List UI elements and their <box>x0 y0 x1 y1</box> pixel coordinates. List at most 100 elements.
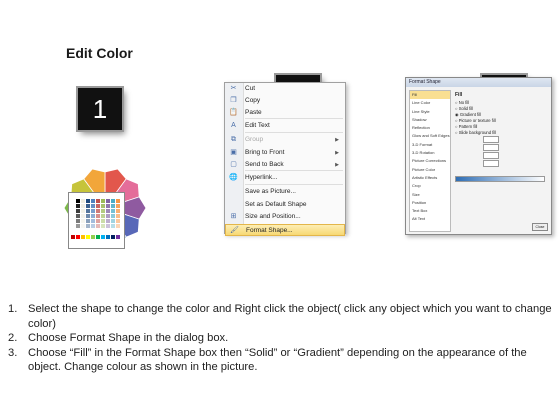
color-picker-popup[interactable] <box>68 192 125 249</box>
color-swatch[interactable] <box>71 219 75 223</box>
color-swatch[interactable] <box>106 199 110 203</box>
color-swatch[interactable] <box>71 224 75 228</box>
fill-option-radio[interactable]: ○ No fill <box>455 100 469 105</box>
color-swatch[interactable] <box>91 224 95 228</box>
close-button[interactable]: Close <box>532 223 548 231</box>
fill-option-radio[interactable]: ◉ Gradient fill <box>455 112 481 117</box>
color-swatch[interactable] <box>106 219 110 223</box>
color-swatch[interactable] <box>101 219 105 223</box>
dropdown-control[interactable] <box>483 136 499 143</box>
color-swatch[interactable] <box>81 219 85 223</box>
dialog-nav-item[interactable]: Line Color <box>410 99 450 107</box>
color-swatch[interactable] <box>76 204 80 208</box>
menu-item-format-shape[interactable]: 🖌 Format Shape... <box>225 224 345 236</box>
color-swatch[interactable] <box>116 204 120 208</box>
dialog-nav-item[interactable]: 3-D Format <box>410 141 450 149</box>
menu-item-cut[interactable]: ✂ Cut <box>225 83 345 95</box>
color-swatch[interactable] <box>96 209 100 213</box>
color-swatch[interactable] <box>111 204 115 208</box>
standard-color-swatch[interactable] <box>71 235 75 239</box>
menu-item-edit-text[interactable]: A Edit Text <box>225 120 345 132</box>
color-swatch[interactable] <box>116 224 120 228</box>
fill-option-radio[interactable]: ○ Solid fill <box>455 106 473 111</box>
menu-item-hyperlink[interactable]: 🌐 Hyperlink... <box>225 172 345 184</box>
color-swatch[interactable] <box>81 209 85 213</box>
dialog-nav-item[interactable]: Shadow <box>410 116 450 124</box>
dropdown-control[interactable] <box>483 160 499 167</box>
dialog-nav-item[interactable]: Size <box>410 191 450 199</box>
color-swatch[interactable] <box>101 214 105 218</box>
dialog-nav-item[interactable]: Line Style <box>410 108 450 116</box>
dialog-nav-item[interactable]: Position <box>410 199 450 207</box>
dialog-nav-item[interactable]: Crop <box>410 182 450 190</box>
dialog-nav-item[interactable]: 3-D Rotation <box>410 149 450 157</box>
color-swatch[interactable] <box>76 219 80 223</box>
color-swatch[interactable] <box>81 224 85 228</box>
standard-color-swatch[interactable] <box>111 235 115 239</box>
color-swatch[interactable] <box>86 219 90 223</box>
dialog-nav-item[interactable]: Artistic Effects <box>410 174 450 182</box>
color-swatch[interactable] <box>96 204 100 208</box>
color-swatch[interactable] <box>111 219 115 223</box>
standard-color-swatch[interactable] <box>96 235 100 239</box>
fill-option-radio[interactable]: ○ Picture or texture fill <box>455 118 496 123</box>
menu-item-set-as-default-shape[interactable]: Set as Default Shape <box>225 199 345 211</box>
gradient-stops-bar[interactable] <box>455 176 545 182</box>
standard-color-swatch[interactable] <box>86 235 90 239</box>
standard-color-swatch[interactable] <box>106 235 110 239</box>
color-swatch[interactable] <box>86 204 90 208</box>
color-swatch[interactable] <box>96 199 100 203</box>
color-swatch[interactable] <box>91 209 95 213</box>
menu-item-bring-to-front[interactable]: ▣ Bring to Front ▶ <box>225 147 345 159</box>
color-swatch[interactable] <box>96 224 100 228</box>
color-swatch[interactable] <box>86 224 90 228</box>
standard-color-swatch[interactable] <box>81 235 85 239</box>
color-swatch[interactable] <box>76 199 80 203</box>
color-swatch[interactable] <box>106 224 110 228</box>
color-swatch[interactable] <box>106 204 110 208</box>
color-swatch[interactable] <box>106 214 110 218</box>
standard-color-swatch[interactable] <box>116 235 120 239</box>
fill-option-radio[interactable]: ○ Pattern fill <box>455 124 477 129</box>
menu-item-group[interactable]: ⧉ Group ▶ <box>225 134 345 146</box>
color-swatch[interactable] <box>81 204 85 208</box>
color-swatch[interactable] <box>101 224 105 228</box>
standard-color-swatch[interactable] <box>101 235 105 239</box>
fill-option-radio[interactable]: ○ Slide background fill <box>455 130 496 135</box>
menu-item-copy[interactable]: ❐ Copy <box>225 95 345 107</box>
color-swatch[interactable] <box>111 214 115 218</box>
color-swatch[interactable] <box>91 199 95 203</box>
color-swatch[interactable] <box>76 209 80 213</box>
color-swatch[interactable] <box>106 209 110 213</box>
color-swatch[interactable] <box>101 199 105 203</box>
color-swatch[interactable] <box>116 199 120 203</box>
color-swatch[interactable] <box>91 204 95 208</box>
color-swatch[interactable] <box>101 204 105 208</box>
dialog-nav-item[interactable]: Picture Color <box>410 166 450 174</box>
dialog-nav-item[interactable]: Picture Corrections <box>410 157 450 165</box>
color-swatch[interactable] <box>111 224 115 228</box>
color-swatch[interactable] <box>81 199 85 203</box>
dialog-nav-item[interactable]: Fill <box>410 91 450 100</box>
menu-item-save-as-picture[interactable]: Save as Picture... <box>225 186 345 198</box>
color-swatch[interactable] <box>71 209 75 213</box>
color-swatch[interactable] <box>91 219 95 223</box>
standard-color-swatch[interactable] <box>76 235 80 239</box>
dialog-nav-item[interactable]: Alt Text <box>410 215 450 223</box>
color-swatch[interactable] <box>111 209 115 213</box>
color-swatch[interactable] <box>101 209 105 213</box>
color-swatch[interactable] <box>86 199 90 203</box>
standard-color-swatch[interactable] <box>91 235 95 239</box>
color-swatch[interactable] <box>71 199 75 203</box>
color-swatch[interactable] <box>116 214 120 218</box>
color-swatch[interactable] <box>81 214 85 218</box>
color-swatch[interactable] <box>76 214 80 218</box>
dropdown-control[interactable] <box>483 144 499 151</box>
color-swatch[interactable] <box>86 209 90 213</box>
color-swatch[interactable] <box>71 214 75 218</box>
dialog-nav-item[interactable]: Reflection <box>410 124 450 132</box>
menu-item-size-and-position[interactable]: ⊞ Size and Position... <box>225 211 345 223</box>
color-swatch[interactable] <box>76 224 80 228</box>
color-swatch[interactable] <box>96 219 100 223</box>
color-swatch[interactable] <box>111 199 115 203</box>
